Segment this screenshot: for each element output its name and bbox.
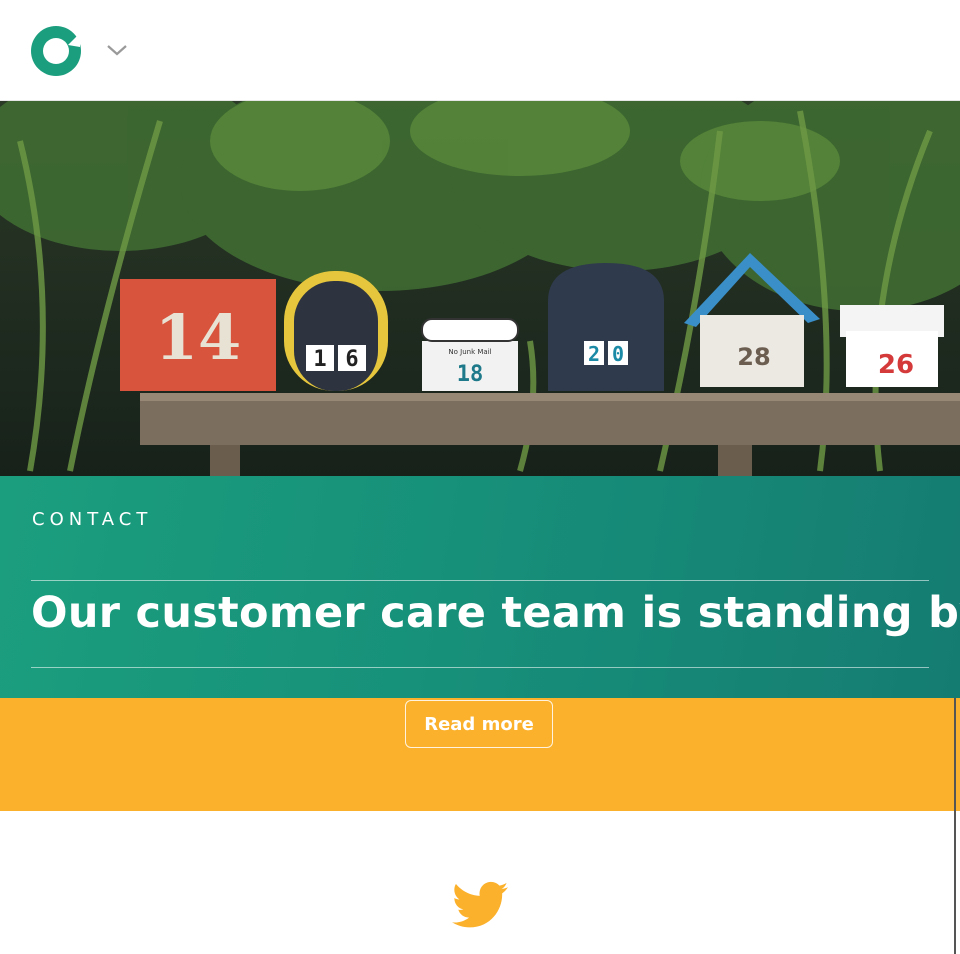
svg-text:6: 6 (345, 347, 358, 372)
twitter-icon[interactable] (452, 881, 508, 929)
svg-text:1: 1 (313, 347, 326, 372)
no-junk-label: No Junk Mail (448, 348, 491, 356)
brand-logo[interactable] (30, 25, 82, 77)
mailbox-number: 14 (155, 301, 241, 374)
scrollbar[interactable] (954, 698, 956, 954)
chevron-down-icon[interactable] (106, 40, 128, 60)
svg-text:2: 2 (588, 342, 600, 366)
contact-heading: Our customer care team is standing by (31, 588, 960, 638)
svg-text:0: 0 (612, 342, 624, 366)
site-header (0, 0, 960, 101)
divider (31, 667, 929, 668)
read-more-button[interactable]: Read more (405, 700, 553, 748)
hero-image: 14 1 6 No Junk Mail 18 2 0 28 26 (0, 101, 960, 476)
mailbox-number: 26 (878, 350, 914, 380)
mailboxes-photo: 14 1 6 No Junk Mail 18 2 0 28 26 (0, 101, 960, 476)
divider (31, 580, 929, 581)
section-eyebrow: CONTACT (32, 509, 153, 530)
mailbox-number: 18 (457, 362, 484, 387)
mailbox-number: 28 (737, 343, 770, 371)
